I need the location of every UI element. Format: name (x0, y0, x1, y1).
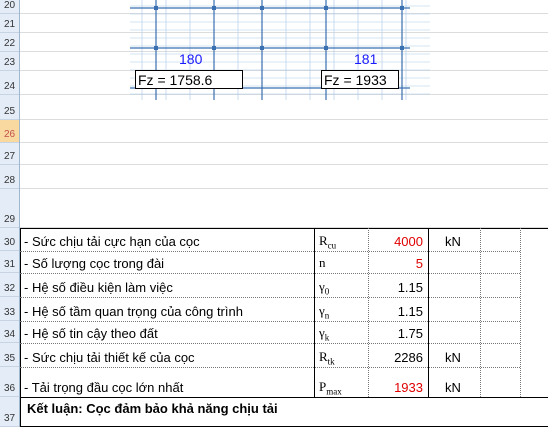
grid-line (20, 142, 548, 143)
col-divider-desc (314, 228, 315, 397)
row-symbol: Pmax (319, 379, 342, 397)
row-header-24[interactable]: 24 (0, 71, 19, 95)
row-description: - Tải trọng đầu cọc lớn nhất (24, 380, 184, 395)
grid-line (20, 164, 548, 165)
row-description: - Sức chịu tải cực hạn của cọc (24, 234, 200, 249)
row-symbol: γ0 (319, 279, 329, 297)
pile-number-right: 181 (354, 51, 378, 67)
table-row-divider (20, 297, 520, 298)
row-value: 5 (415, 256, 423, 271)
row-description: - Hệ số tin cậy theo đất (24, 326, 158, 341)
symbol-subscript: n (324, 310, 330, 321)
table-row-divider (20, 367, 520, 368)
row-unit: kN (445, 234, 461, 249)
row-unit: kN (445, 380, 461, 395)
symbol-subscript: cu (327, 240, 337, 251)
row-description: - Hệ số điều kiện làm việc (24, 280, 173, 295)
row-description: - Hệ số tầm quan trọng của công trình (24, 304, 243, 319)
col-divider-unit (480, 228, 481, 397)
row-header-25[interactable]: 25 (0, 95, 19, 120)
row-value: 1.75 (397, 326, 423, 341)
row-header-23[interactable]: 23 (0, 52, 19, 71)
symbol-main: R (319, 349, 328, 364)
col-divider-sym (368, 228, 369, 397)
row-header-21[interactable]: 21 (0, 14, 19, 33)
symbol-subscript: 0 (324, 286, 330, 297)
row-header-35[interactable]: 35 (0, 343, 19, 367)
col-divider-end (520, 228, 521, 397)
row-header-30[interactable]: 30 (0, 228, 19, 251)
row-header-22[interactable]: 22 (0, 33, 19, 52)
row-value: 1933 (394, 380, 423, 395)
row-header-29[interactable]: 29 (0, 189, 19, 228)
row-header-34[interactable]: 34 (0, 321, 19, 343)
row-header-33[interactable]: 33 (0, 297, 19, 321)
row-symbol: γn (319, 303, 329, 321)
row-header-20[interactable]: 20 (0, 0, 19, 14)
row-value: 2286 (394, 350, 423, 365)
grid-line (20, 188, 548, 189)
row-unit: kN (445, 350, 461, 365)
pile-force-left: Fz = 1758.6 (135, 70, 243, 89)
row-header-28[interactable]: 28 (0, 165, 19, 189)
row-header-26[interactable]: 26 (0, 120, 19, 143)
symbol-main: n (319, 255, 326, 270)
row-header-37[interactable]: 37 (0, 397, 19, 427)
row-description: - Sức chịu tải thiết kế của cọc (24, 350, 195, 365)
symbol-subscript: max (326, 386, 342, 397)
table-row-divider (20, 251, 520, 252)
table-row-divider (20, 343, 520, 344)
grid-line (20, 119, 548, 120)
table-top-border (20, 228, 548, 229)
table-row-divider (20, 321, 520, 322)
row-header-36[interactable]: 36 (0, 367, 19, 397)
symbol-subscript: k (324, 332, 330, 343)
row-value: 4000 (394, 234, 423, 249)
conclusion-text: Kết luận: Cọc đảm bảo khả năng chịu tải (27, 401, 278, 416)
table-bottom-border (20, 397, 548, 398)
row-header-column: 20 21 22 23 24 25 26 27 28 29 30 31 32 33 34 35 36 37 (0, 0, 20, 427)
row-symbol: γk (319, 325, 329, 343)
pile-number-left: 180 (179, 51, 203, 67)
row-description: - Số lượng cọc trong đài (24, 256, 165, 271)
row-header-32[interactable]: 32 (0, 273, 19, 297)
table-left-border (20, 228, 21, 427)
symbol-subscript: tk (327, 356, 335, 367)
row-value: 1.15 (397, 304, 423, 319)
row-header-27[interactable]: 27 (0, 143, 19, 165)
row-symbol: Rtk (319, 349, 335, 367)
row-value: 1.15 (397, 280, 423, 295)
table-row-divider (20, 273, 520, 274)
col-divider-value (428, 228, 429, 397)
row-header-31[interactable]: 31 (0, 251, 19, 273)
pile-force-right: Fz = 1933 (321, 70, 399, 89)
row-symbol: n (319, 255, 326, 273)
symbol-main: R (319, 233, 328, 248)
row-symbol: Rcu (319, 233, 336, 251)
